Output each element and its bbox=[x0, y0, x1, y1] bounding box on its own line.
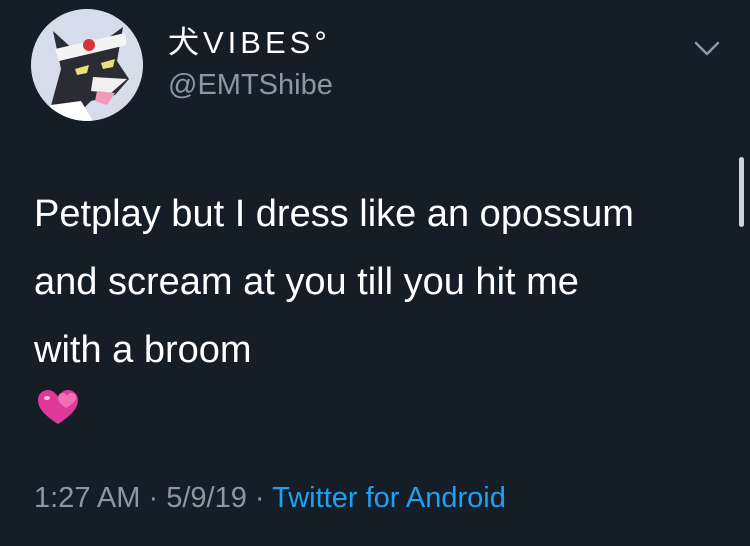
tweet-time: 1:27 AM bbox=[34, 482, 141, 514]
tweet-source-link[interactable]: Twitter for Android bbox=[272, 482, 506, 514]
tweet-text-line: and scream at you till you hit me bbox=[34, 261, 579, 303]
chevron-down-icon[interactable] bbox=[693, 38, 721, 60]
meta-separator: · bbox=[148, 482, 159, 514]
avatar-image bbox=[31, 9, 143, 121]
display-name[interactable]: 犬VIBES° bbox=[168, 27, 331, 58]
tweet-text-line: with a broom bbox=[34, 329, 252, 371]
tweet-text: Petplay but I dress like an opossum and … bbox=[34, 180, 734, 384]
tweet-meta: 1:27 AM · 5/9/19 · Twitter for Android bbox=[34, 481, 506, 516]
user-handle[interactable]: @EMTShibe bbox=[168, 71, 333, 100]
scrollbar[interactable] bbox=[739, 157, 744, 227]
tweet-date: 5/9/19 bbox=[166, 482, 247, 514]
tweet-text-line: Petplay but I dress like an opossum bbox=[34, 193, 634, 235]
two-hearts-emoji bbox=[36, 388, 80, 428]
meta-separator: · bbox=[254, 482, 265, 514]
avatar[interactable] bbox=[31, 9, 143, 121]
tweet-card: 犬VIBES° @EMTShibe Petplay but I dress li… bbox=[0, 0, 750, 546]
